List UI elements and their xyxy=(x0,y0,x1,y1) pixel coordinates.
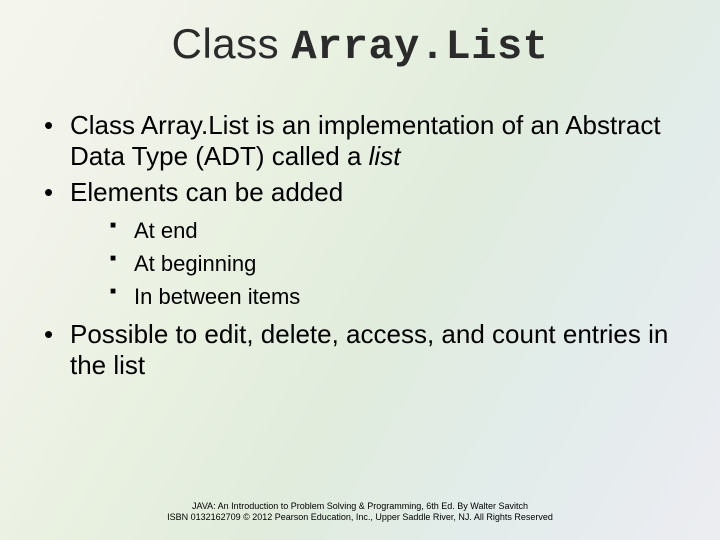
bullet-item-3: Possible to edit, delete, access, and co… xyxy=(36,319,696,380)
slide: Class Array.List Class Array.List is an … xyxy=(0,0,720,540)
bullet-item-1: Class Array.List is an implementation of… xyxy=(36,110,696,171)
slide-body: Class Array.List is an implementation of… xyxy=(36,110,696,386)
title-word-arraylist: Array.List xyxy=(291,23,548,71)
sub-bullet-list: At end At beginning In between items xyxy=(70,214,696,313)
bullet-1-text: Class Array.List is an implementation of… xyxy=(70,110,661,171)
bullet-2-text: Elements can be added xyxy=(70,177,343,207)
footer-line-2: ISBN 0132162709 © 2012 Pearson Education… xyxy=(0,512,720,524)
bullet-1-italic: list xyxy=(369,141,401,171)
bullet-item-2: Elements can be added At end At beginnin… xyxy=(36,177,696,313)
bullet-list: Class Array.List is an implementation of… xyxy=(36,110,696,380)
sub-bullet-1: At end xyxy=(110,214,696,247)
slide-title: Class Array.List xyxy=(0,20,720,71)
sub-bullet-3: In between items xyxy=(110,280,696,313)
sub-bullet-2: At beginning xyxy=(110,247,696,280)
footer-line-1: JAVA: An Introduction to Problem Solving… xyxy=(0,501,720,513)
slide-footer: JAVA: An Introduction to Problem Solving… xyxy=(0,501,720,524)
title-word-class: Class xyxy=(172,20,280,67)
